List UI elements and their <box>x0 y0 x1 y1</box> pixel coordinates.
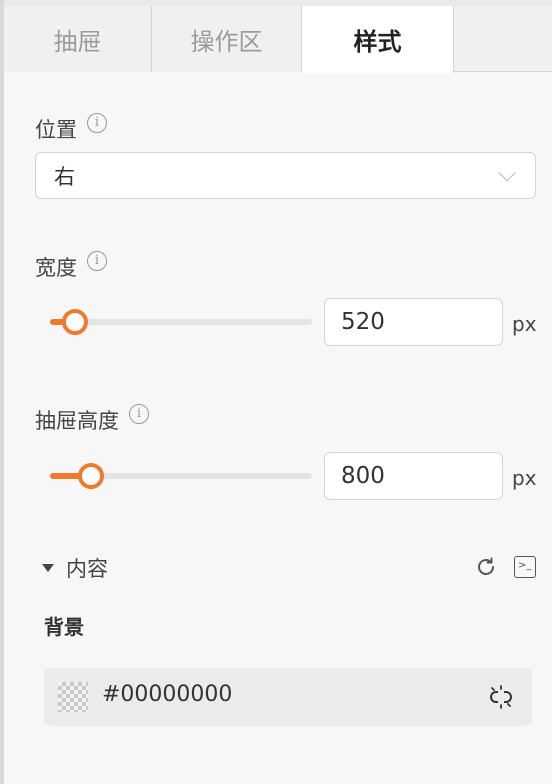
content-section-toggle[interactable]: 内容 <box>42 553 108 583</box>
tab-action-area[interactable]: 操作区 <box>152 6 302 72</box>
refresh-icon[interactable] <box>474 555 498 579</box>
width-slider[interactable] <box>50 307 312 337</box>
drawer-height-unit: px <box>512 466 537 490</box>
tab-bar-filler <box>454 6 552 71</box>
caret-down-icon <box>42 564 54 572</box>
drawer-height-slider-thumb[interactable] <box>78 463 104 489</box>
width-input[interactable]: 520 <box>324 298 503 346</box>
width-label-row: 宽度 i <box>35 251 107 282</box>
chevron-down-icon <box>498 164 516 182</box>
background-label: 背景 <box>44 615 84 639</box>
content-section-label: 内容 <box>66 557 108 581</box>
tab-style[interactable]: 样式 <box>302 6 454 73</box>
unlink-icon[interactable] <box>488 684 514 710</box>
drawer-height-input[interactable]: 800 <box>324 452 503 500</box>
width-unit: px <box>512 312 537 336</box>
terminal-icon[interactable]: >_ <box>514 556 536 578</box>
drawer-height-label-row: 抽屉高度 i <box>35 404 149 435</box>
position-label: 位置 <box>35 118 77 142</box>
drawer-height-slider[interactable] <box>50 461 312 491</box>
tab-bar: 抽屉 操作区 样式 <box>4 6 552 73</box>
info-icon[interactable]: i <box>87 251 107 271</box>
width-input-value: 520 <box>341 309 385 335</box>
width-label: 宽度 <box>35 256 77 280</box>
background-color-field[interactable]: #00000000 <box>44 668 532 726</box>
info-icon[interactable]: i <box>129 404 149 424</box>
position-label-row: 位置 i <box>35 113 107 144</box>
width-slider-track <box>50 319 312 325</box>
width-slider-thumb[interactable] <box>62 309 88 335</box>
drawer-height-input-value: 800 <box>341 463 385 489</box>
drawer-height-label: 抽屉高度 <box>35 409 119 433</box>
style-panel: 抽屉 操作区 样式 位置 i 右 宽度 i 520 px 抽屉高度 i 800 … <box>0 0 552 784</box>
position-select-value: 右 <box>54 164 75 189</box>
position-select[interactable]: 右 <box>35 152 536 199</box>
info-icon[interactable]: i <box>87 113 107 133</box>
tab-drawer[interactable]: 抽屉 <box>4 6 152 72</box>
background-color-value: #00000000 <box>102 682 233 707</box>
color-swatch[interactable] <box>58 682 88 712</box>
